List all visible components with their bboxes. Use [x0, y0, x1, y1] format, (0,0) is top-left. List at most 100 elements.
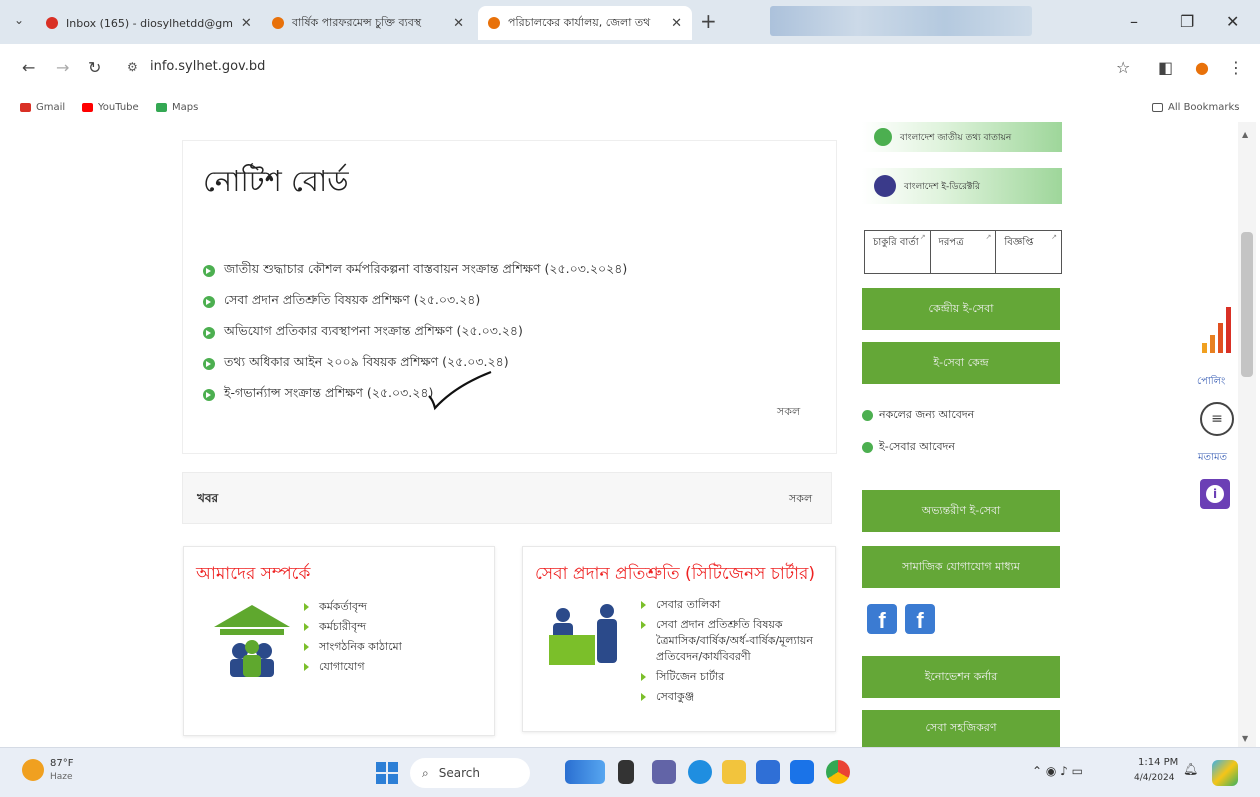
taskbar-search[interactable]: ⌕ Search	[410, 758, 530, 788]
notice-list: জাতীয় শুদ্ধাচার কৌশল কর্মপরিকল্পনা বাস্…	[203, 255, 627, 410]
e-directory-banner[interactable]: বাংলাদেশ ই-ডিরেক্টরি	[862, 168, 1062, 204]
about-link[interactable]: কর্মকর্তাবৃন্দ	[304, 599, 402, 615]
feedback-chat-icon[interactable]: ≡	[1200, 402, 1234, 436]
extension-icon[interactable]: ●	[1195, 58, 1209, 77]
accessibility-button[interactable]: i	[1200, 479, 1230, 509]
banner-label: বাংলাদেশ ই-ডিরেক্টরি	[904, 181, 980, 192]
arrow-icon	[641, 601, 646, 609]
facebook-icon[interactable]: f	[867, 604, 897, 634]
system-tray-icons[interactable]: ⌃ ◉ ♪ ▭	[1032, 764, 1083, 778]
site-info-icon[interactable]: ⚙	[127, 60, 138, 74]
weather-temperature[interactable]: 87°F	[50, 758, 73, 769]
close-icon[interactable]: ✕	[663, 16, 682, 31]
new-tab-button[interactable]: +	[700, 9, 717, 33]
all-bookmarks-label: All Bookmarks	[1168, 102, 1240, 113]
notice-board: নোটিশ বোর্ড জাতীয় শুদ্ধাচার কৌশল কর্মপর…	[182, 140, 837, 454]
tab-jobs[interactable]: চাকুরি বার্তা ↗	[865, 231, 931, 273]
arrow-icon	[304, 663, 309, 671]
tab-tender[interactable]: দরপত্র ↗	[931, 231, 997, 273]
gmail-icon	[20, 103, 31, 112]
facebook-icon[interactable]: f	[905, 604, 935, 634]
poll-label[interactable]: পোলিং	[1197, 374, 1225, 391]
bookmark-label: Maps	[172, 102, 199, 113]
tab-active-info-office[interactable]: পরিচালকের কার্যালয়, জেলা তথ ✕	[478, 6, 692, 40]
about-title[interactable]: আমাদের সম্পর্কে	[196, 561, 310, 589]
charter-title[interactable]: সেবা প্রদান প্রতিশ্রুতি (সিটিজেনস চার্টা…	[535, 561, 815, 589]
side-panel-icon[interactable]: ◧	[1158, 58, 1173, 77]
clock-date[interactable]: 4/4/2024	[1134, 773, 1174, 783]
mail-icon[interactable]	[790, 760, 814, 784]
reload-icon[interactable]: ↻	[88, 58, 101, 77]
arrow-circle-icon	[203, 357, 215, 370]
social-media-button[interactable]: সামাজিক যোগাযোগ মাধ্যম	[862, 546, 1060, 588]
widgets-icon[interactable]	[565, 760, 605, 784]
bookmark-maps[interactable]: Maps	[156, 102, 198, 113]
copilot-icon[interactable]	[1212, 760, 1238, 786]
close-icon[interactable]: ✕	[445, 16, 464, 31]
weather-icon[interactable]	[22, 759, 44, 781]
check-circle-icon	[862, 442, 873, 453]
notice-item[interactable]: অভিযোগ প্রতিকার ব্যবস্থাপনা সংক্রান্ত প্…	[203, 317, 627, 348]
all-bookmarks[interactable]: All Bookmarks	[1152, 102, 1239, 113]
weather-description[interactable]: Haze	[50, 772, 73, 782]
central-e-service-button[interactable]: কেন্দ্রীয় ই-সেবা	[862, 288, 1060, 330]
forward-icon[interactable]: →	[56, 58, 69, 77]
copy-application-link[interactable]: নকলের জন্য আবেদন	[862, 406, 974, 425]
about-link[interactable]: সাংগঠনিক কাঠামো	[304, 639, 402, 655]
back-icon[interactable]: ←	[22, 58, 35, 77]
file-explorer-icon[interactable]	[722, 760, 746, 784]
bookmark-star-icon[interactable]: ☆	[1116, 58, 1130, 77]
notification-bell-icon[interactable]: 🔔︎	[1183, 762, 1198, 776]
task-view-icon[interactable]	[618, 760, 634, 784]
feedback-label[interactable]: মতামত	[1198, 450, 1227, 467]
edge-icon[interactable]	[688, 760, 712, 784]
tab-performance-agreement[interactable]: বার্ষিক পারফরমেন্স চুক্তি ব্যবস্থ ✕	[262, 6, 474, 40]
tab-search-dropdown-icon[interactable]: ⌄	[14, 13, 24, 27]
bookmark-youtube[interactable]: YouTube	[82, 102, 139, 113]
internal-e-service-button[interactable]: অভ্যন্তরীণ ই-সেবা	[862, 490, 1060, 532]
notice-all-link[interactable]: সকল	[777, 403, 800, 422]
e-service-center-button[interactable]: ই-সেবা কেন্দ্র	[862, 342, 1060, 384]
minimize-icon[interactable]: –	[1130, 12, 1138, 31]
tab-label: Inbox (165) - diosylhetdd@gm	[66, 16, 233, 30]
windows-start-icon[interactable]	[376, 762, 398, 784]
e-service-application-link[interactable]: ই-সেবার আবেদন	[862, 438, 955, 457]
about-link[interactable]: যোগাযোগ	[304, 659, 402, 675]
page-scrollbar[interactable]: ▲ ▼	[1238, 122, 1256, 747]
national-portal-banner[interactable]: বাংলাদেশ জাতীয় তথ্য বাতায়ন	[862, 122, 1062, 152]
notice-item[interactable]: সেবা প্রদান প্রতিশ্রুতি বিষয়ক প্রশিক্ষণ…	[203, 286, 627, 317]
news-all-link[interactable]: সকল	[789, 490, 812, 509]
teams-icon[interactable]	[652, 760, 676, 784]
news-title: খবর	[197, 491, 219, 505]
menu-icon[interactable]: ⋮	[1228, 58, 1244, 77]
tab-gmail-inbox[interactable]: Inbox (165) - diosylhetdd@gm ✕	[36, 6, 258, 40]
charter-link[interactable]: সেবার তালিকা	[641, 597, 826, 613]
charter-link[interactable]: সিটিজেন চার্টার	[641, 669, 826, 685]
scroll-thumb[interactable]	[1241, 232, 1253, 377]
chrome-icon[interactable]	[826, 760, 850, 784]
notice-item[interactable]: জাতীয় শুদ্ধাচার কৌশল কর্মপরিকল্পনা বাস্…	[203, 255, 627, 286]
address-bar: ← → ↻ ⚙ info.sylhet.gov.bd ☆ ◧ ● ⋮	[0, 44, 1260, 94]
close-icon[interactable]: ✕	[233, 16, 252, 31]
about-link[interactable]: কর্মচারীবৃন্দ	[304, 619, 402, 635]
notice-item[interactable]: তথ্য অধিকার আইন ২০০৯ বিষয়ক প্রশিক্ষণ (২…	[203, 348, 627, 379]
portal-logo-icon	[874, 128, 892, 146]
clock-time[interactable]: 1:14 PM	[1138, 757, 1178, 768]
bookmark-gmail[interactable]: Gmail	[20, 102, 65, 113]
charter-link[interactable]: সেবাকুঞ্জ	[641, 689, 826, 705]
windows-taskbar: 87°F Haze ⌕ Search ⌃ ◉ ♪ ▭ 1:14 PM 4/4/20…	[0, 747, 1260, 797]
scroll-down-icon[interactable]: ▼	[1242, 734, 1248, 743]
service-simplification-button[interactable]: সেবা সহজিকরণ	[862, 710, 1060, 747]
notice-item[interactable]: ই-গভার্ন্যান্স সংক্রান্ত প্রশিক্ষণ (২৫.০…	[203, 379, 627, 410]
close-window-icon[interactable]: ✕	[1226, 12, 1239, 31]
tab-notice[interactable]: বিজ্ঞপ্তি ↗	[996, 231, 1061, 273]
scroll-up-icon[interactable]: ▲	[1242, 130, 1248, 139]
handwritten-tick-mark	[428, 370, 492, 411]
arrow-icon	[641, 621, 646, 629]
maximize-icon[interactable]: ❐	[1180, 12, 1194, 31]
url-field[interactable]: info.sylhet.gov.bd	[150, 59, 265, 74]
poll-signal-icon[interactable]	[1202, 307, 1232, 353]
store-icon[interactable]	[756, 760, 780, 784]
charter-link[interactable]: সেবা প্রদান প্রতিশ্রুতি বিষয়ক ত্রৈমাসিক…	[641, 617, 826, 665]
innovation-corner-button[interactable]: ইনোভেশন কর্নার	[862, 656, 1060, 698]
